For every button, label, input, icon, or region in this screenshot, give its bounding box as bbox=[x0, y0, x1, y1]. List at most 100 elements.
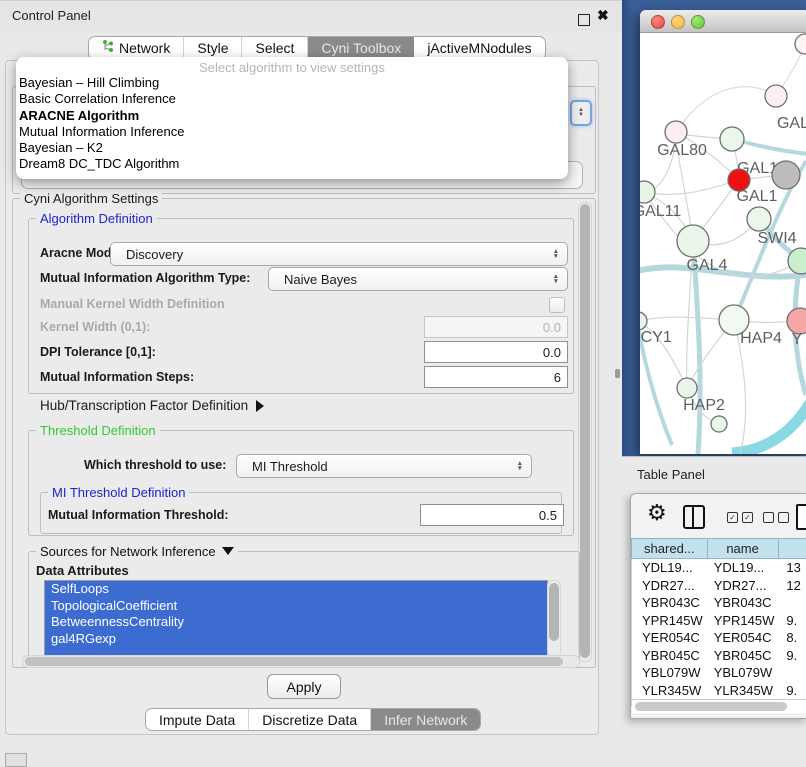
kernel-width-field[interactable]: 0.0 bbox=[424, 316, 568, 338]
collapsed-panel-icon[interactable] bbox=[5, 753, 27, 767]
node-label: SWI4 bbox=[757, 230, 796, 247]
network-node[interactable] bbox=[772, 161, 800, 189]
split-view-icon[interactable] bbox=[683, 505, 705, 529]
column-header-name[interactable]: name bbox=[707, 538, 778, 559]
table-panel-header: Table Panel bbox=[622, 456, 806, 493]
attribute-item-gal4rgexp[interactable]: gal4RGexp bbox=[45, 631, 547, 648]
table-row[interactable]: YPR145WYPR145W9. bbox=[632, 612, 806, 630]
table-cell: YDR27... bbox=[708, 578, 779, 593]
table-row[interactable]: YER054CYER054C8. bbox=[632, 629, 806, 647]
kernel-width-label: Kernel Width (0,1): bbox=[40, 316, 150, 338]
network-node[interactable] bbox=[795, 34, 806, 54]
data-attributes-list[interactable]: SelfLoopsTopologicalCoefficientBetweenne… bbox=[44, 580, 548, 658]
mi-threshold-field[interactable]: 0.5 bbox=[420, 504, 564, 526]
network-node-gal[interactable] bbox=[765, 85, 787, 107]
select-all-icon[interactable]: ✓✓ bbox=[727, 512, 753, 523]
tab-style[interactable]: Style bbox=[184, 37, 242, 59]
network-node-gal4[interactable] bbox=[677, 225, 709, 257]
node-label: GAL11 bbox=[640, 203, 681, 220]
network-node-gcy1[interactable] bbox=[640, 312, 647, 330]
mi-steps-field[interactable]: 6 bbox=[424, 366, 568, 388]
document-icon[interactable] bbox=[796, 504, 806, 530]
algorithm-option-aracne-algorithm[interactable]: ARACNE Algorithm bbox=[16, 108, 568, 124]
float-panel-icon[interactable] bbox=[578, 14, 590, 26]
combo-stepper-icon: ▲▼ bbox=[553, 249, 559, 259]
table-row[interactable]: YBR045CYBR045C9. bbox=[632, 647, 806, 665]
table-cell: YER054C bbox=[632, 630, 708, 645]
node-label: HAP2 bbox=[683, 397, 725, 414]
table-row[interactable]: YLR345WYLR345W9. bbox=[632, 682, 806, 700]
tab-network[interactable]: Network bbox=[89, 37, 184, 59]
screenshot-root: { "control_panel": { "title": "Control P… bbox=[0, 0, 806, 762]
threshold-definition-title: Threshold Definition bbox=[36, 423, 160, 438]
settings-group-title: Cyni Algorithm Settings bbox=[20, 191, 162, 206]
manual-kernel-width-checkbox[interactable] bbox=[549, 297, 565, 313]
close-traffic-icon[interactable] bbox=[651, 15, 665, 29]
hub-definition-toggle[interactable]: Hub/Transcription Factor Definition bbox=[40, 398, 264, 413]
deselect-all-icon[interactable] bbox=[763, 512, 789, 523]
panel-divider-grip[interactable] bbox=[615, 369, 620, 378]
zoom-traffic-icon[interactable] bbox=[691, 15, 705, 29]
settings-vertical-scrollbar[interactable] bbox=[578, 202, 592, 662]
algorithm-option-mutual-information-inference[interactable]: Mutual Information Inference bbox=[16, 124, 568, 140]
tab-cyni-toolbox[interactable]: Cyni Toolbox bbox=[308, 37, 414, 59]
attributes-scrollbar[interactable] bbox=[547, 580, 561, 658]
node-label: GAL1 bbox=[737, 188, 778, 205]
algorithm-combo-focus-ring[interactable]: ▲▼ bbox=[570, 100, 592, 126]
apply-button[interactable]: Apply bbox=[267, 674, 341, 699]
table-row[interactable]: YDL19...YDL19...13 bbox=[632, 559, 806, 577]
tab-select[interactable]: Select bbox=[242, 37, 308, 59]
settings-horizontal-scrollbar[interactable] bbox=[22, 655, 580, 668]
algorithm-option-bayesian-hill-climbing[interactable]: Bayesian – Hill Climbing bbox=[16, 75, 568, 91]
network-node[interactable] bbox=[711, 416, 727, 432]
panel-title: Control Panel bbox=[12, 8, 91, 23]
algorithm-option-basic-correlation-inference[interactable]: Basic Correlation Inference bbox=[16, 91, 568, 107]
right-workspace: GALGAL80GAL10GAL1GAL11SWI4GAL4GCY1HAP4YH… bbox=[622, 0, 806, 762]
network-node-gal80[interactable] bbox=[665, 121, 687, 143]
control-panel-header: Control Panel ✖ bbox=[0, 0, 622, 31]
close-icon[interactable]: ✖ bbox=[597, 7, 609, 24]
network-canvas[interactable]: GALGAL80GAL10GAL1GAL11SWI4GAL4GCY1HAP4YH… bbox=[640, 33, 806, 454]
subtab-impute-data[interactable]: Impute Data bbox=[146, 709, 249, 730]
attribute-item-topologicalcoefficient[interactable]: TopologicalCoefficient bbox=[45, 598, 547, 615]
mi-algorithm-type-select[interactable]: Naive Bayes ▲▼ bbox=[268, 267, 568, 291]
dpi-tolerance-field[interactable]: 0.0 bbox=[424, 341, 568, 363]
gear-icon[interactable]: ⚙ bbox=[647, 500, 667, 526]
popup-placeholder: Select algorithm to view settings bbox=[16, 60, 568, 75]
control-panel: Control Panel ✖ NetworkStyleSelectCyni T… bbox=[0, 0, 622, 762]
table-horizontal-scrollbar[interactable] bbox=[632, 699, 806, 713]
network-nodes: GALGAL80GAL10GAL1GAL11SWI4GAL4GCY1HAP4YH… bbox=[640, 34, 806, 432]
table-cell: YBL079W bbox=[708, 665, 779, 680]
column-header-2[interactable] bbox=[778, 538, 806, 559]
network-node-gal11[interactable] bbox=[640, 181, 655, 203]
network-node-gal10[interactable] bbox=[720, 127, 744, 151]
network-node-swi4[interactable] bbox=[747, 207, 771, 231]
table-row[interactable]: YBR043CYBR043C bbox=[632, 594, 806, 612]
network-icon bbox=[102, 40, 114, 56]
table-row[interactable]: YBL079WYBL079W bbox=[632, 664, 806, 682]
node-label: GCY1 bbox=[640, 329, 672, 346]
subtab-infer-network[interactable]: Infer Network bbox=[371, 709, 480, 730]
attribute-item-selfloops[interactable]: SelfLoops bbox=[45, 581, 547, 598]
table-row[interactable]: YDR27...YDR27...12 bbox=[632, 577, 806, 595]
network-window-titlebar[interactable] bbox=[640, 10, 806, 33]
table-cell: 9. bbox=[778, 613, 806, 628]
attribute-item-betweennesscentrality[interactable]: BetweennessCentrality bbox=[45, 614, 547, 631]
algorithm-option-bayesian-k2[interactable]: Bayesian – K2 bbox=[16, 140, 568, 156]
sources-group-title[interactable]: Sources for Network Inference bbox=[36, 544, 238, 559]
subtab-discretize-data[interactable]: Discretize Data bbox=[249, 709, 371, 730]
table-cell: YBR045C bbox=[632, 648, 708, 663]
table-cell: YPR145W bbox=[708, 613, 779, 628]
column-header-shared[interactable]: shared... bbox=[631, 538, 707, 559]
network-node-hap2[interactable] bbox=[677, 378, 697, 398]
table-cell: 9. bbox=[778, 648, 806, 663]
table-cell: 13 bbox=[778, 560, 806, 575]
minimize-traffic-icon[interactable] bbox=[671, 15, 685, 29]
which-threshold-select[interactable]: MI Threshold ▲▼ bbox=[236, 454, 532, 478]
aracne-mode-select[interactable]: Discovery ▲▼ bbox=[110, 242, 568, 266]
table-cell: 9. bbox=[778, 683, 806, 698]
network-view-window[interactable]: GALGAL80GAL10GAL1GAL11SWI4GAL4GCY1HAP4YH… bbox=[640, 10, 806, 454]
tab-jactivemnodules[interactable]: jActiveMNodules bbox=[414, 37, 544, 59]
algorithm-option-dream8-dc-tdc-algorithm[interactable]: Dream8 DC_TDC Algorithm bbox=[16, 156, 568, 172]
algorithm-options-list: Bayesian – Hill ClimbingBasic Correlatio… bbox=[16, 75, 568, 173]
